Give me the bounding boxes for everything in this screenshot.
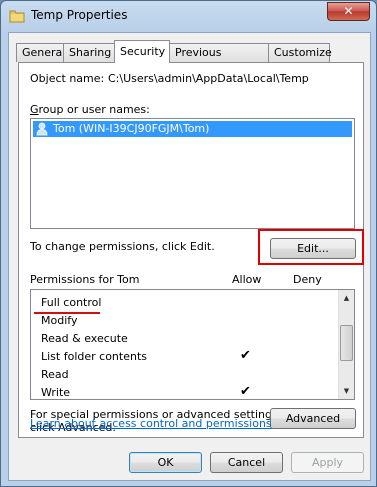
permission-row: Read & execute xyxy=(41,332,128,345)
allow-check-icon: ✔ xyxy=(240,384,251,399)
allow-check-icon: ✔ xyxy=(240,348,251,363)
user-list-label: Tom (WIN-I39CJ90FGJM\Tom) xyxy=(53,122,210,135)
group-label: Group or user names: xyxy=(30,103,150,116)
permission-row: Read xyxy=(41,368,69,381)
user-list-item[interactable]: Tom (WIN-I39CJ90FGJM\Tom) xyxy=(32,120,353,138)
scroll-up-icon[interactable]: ▲ xyxy=(339,290,354,306)
permission-row: List folder contents ✔ xyxy=(41,348,251,363)
close-icon: ✕ xyxy=(343,4,354,18)
user-icon xyxy=(36,122,48,136)
folder-icon xyxy=(9,10,25,23)
ok-button[interactable]: OK xyxy=(129,452,202,473)
title-bar[interactable]: Temp Properties ✕ xyxy=(1,1,376,31)
tab-security[interactable]: Security xyxy=(114,40,170,63)
properties-window: Temp Properties ✕ General Sharing Securi… xyxy=(0,0,377,487)
dialog-client: General Sharing Security Previous Versio… xyxy=(8,32,371,481)
permission-row: Full control xyxy=(41,296,102,309)
permissions-header: Permissions for Tom xyxy=(30,273,140,286)
tab-sharing[interactable]: Sharing xyxy=(63,43,116,62)
object-name-value: C:\Users\admin\AppData\Local\Temp xyxy=(108,72,309,85)
advanced-button[interactable]: Advanced xyxy=(270,408,356,429)
scroll-down-icon[interactable]: ▼ xyxy=(339,383,354,399)
user-list[interactable]: Tom (WIN-I39CJ90FGJM\Tom) xyxy=(30,118,355,229)
window-title: Temp Properties xyxy=(31,8,128,22)
permission-row: Write ✔ xyxy=(41,384,251,399)
permissions-list[interactable]: Full control Modify Read & execute List … xyxy=(30,289,355,400)
permissions-scrollbar[interactable]: ▲ ▼ xyxy=(338,290,354,399)
close-button[interactable]: ✕ xyxy=(327,2,370,21)
permission-row: Modify xyxy=(41,314,78,327)
object-name-label: Object name: xyxy=(30,72,105,85)
allow-header: Allow xyxy=(232,273,262,286)
deny-header: Deny xyxy=(293,273,322,286)
change-permissions-text: To change permissions, click Edit. xyxy=(30,240,215,253)
cancel-button[interactable]: Cancel xyxy=(210,452,283,473)
tab-customize[interactable]: Customize xyxy=(268,43,332,62)
security-panel: Object name: C:\Users\admin\AppData\Loca… xyxy=(18,62,364,438)
annotation-highlight-box xyxy=(258,229,364,265)
tab-general[interactable]: General xyxy=(16,43,65,62)
scroll-thumb[interactable] xyxy=(340,325,353,361)
learn-more-link[interactable]: Learn about access control and permissio… xyxy=(30,417,272,430)
apply-button[interactable]: Apply xyxy=(291,452,364,473)
tab-previous-versions[interactable]: Previous Versions xyxy=(169,43,269,76)
